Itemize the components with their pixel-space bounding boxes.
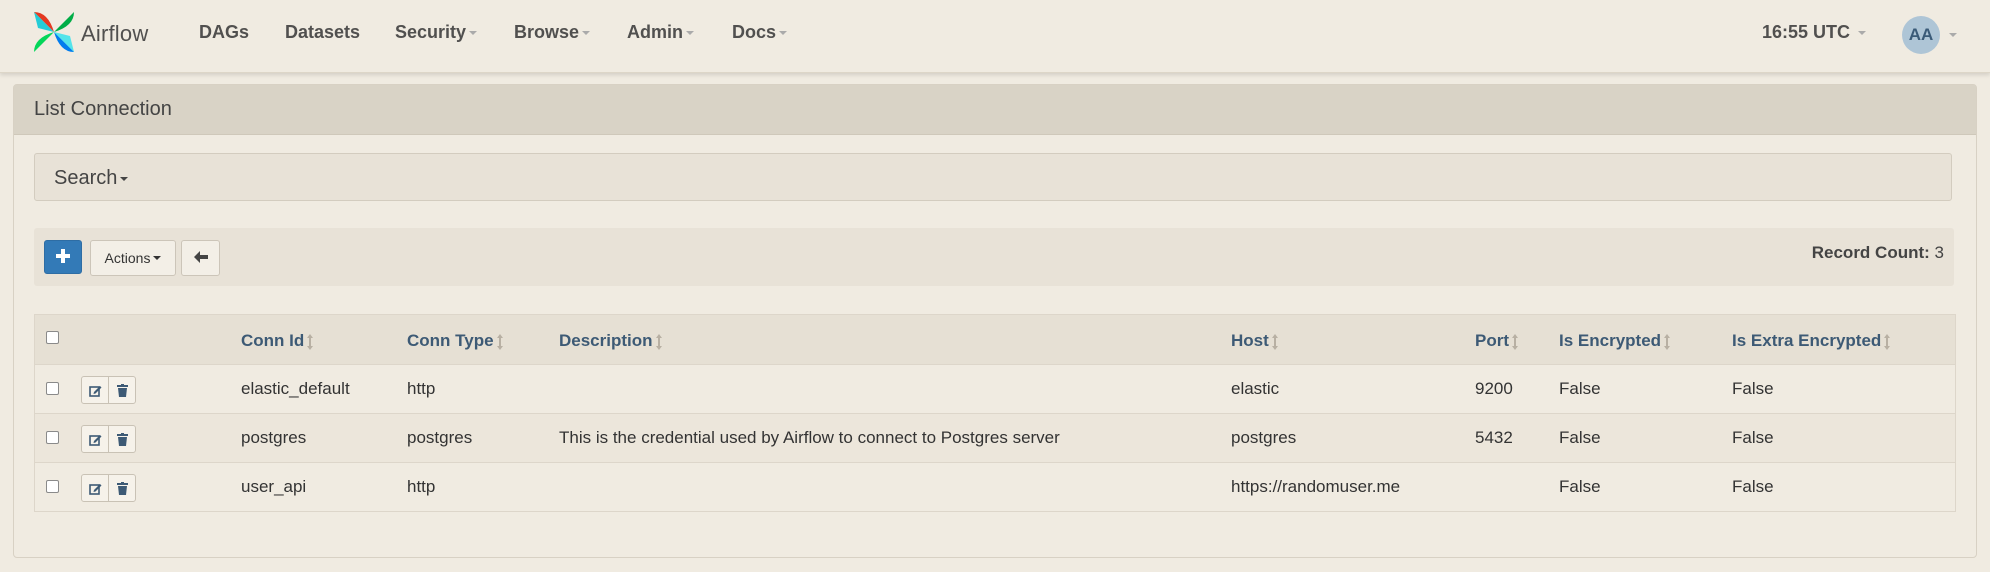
sort-icon — [1664, 333, 1671, 351]
list-connection-panel: List Connection Search Actions Record Co… — [13, 84, 1977, 558]
column-header-conn-type[interactable]: Conn Type — [407, 331, 503, 351]
nav-browse-label: Browse — [514, 22, 580, 42]
chevron-down-icon — [582, 31, 591, 36]
table-header: Conn Id Conn Type Description Host Port … — [35, 315, 1955, 364]
edit-icon[interactable] — [82, 426, 108, 452]
column-header-label: Host — [1231, 331, 1269, 350]
row-checkbox[interactable] — [46, 431, 59, 444]
trash-icon[interactable] — [108, 475, 135, 501]
edit-icon[interactable] — [82, 377, 108, 403]
table-row: user_api http https://randomuser.me Fals… — [35, 462, 1955, 511]
chevron-down-icon — [686, 31, 694, 36]
chevron-down-icon — [1858, 31, 1867, 36]
column-header-label: Description — [559, 331, 653, 350]
cell-is-encrypted: False — [1559, 428, 1601, 447]
record-count: Record Count: 3 — [1812, 243, 1944, 263]
nav-browse[interactable]: Browse — [514, 22, 591, 43]
nav-datasets[interactable]: Datasets — [285, 22, 360, 43]
brand-link[interactable]: Airflow — [30, 6, 148, 62]
search-label: Search — [54, 167, 118, 189]
chevron-down-icon — [153, 256, 162, 260]
sort-icon — [1512, 333, 1518, 351]
nav-docs[interactable]: Docs — [732, 22, 788, 43]
nav-security[interactable]: Security — [395, 22, 478, 43]
nav-dags-label: DAGs — [199, 22, 250, 42]
select-all-checkbox[interactable] — [46, 331, 59, 344]
row-action-buttons — [81, 425, 136, 453]
record-count-value: 3 — [1934, 243, 1944, 262]
add-record-button[interactable] — [44, 240, 82, 274]
cell-is-encrypted: False — [1559, 477, 1601, 496]
clock-time: 16:55 UTC — [1762, 22, 1851, 42]
sort-icon — [496, 333, 503, 351]
table-row: postgres postgres This is the credential… — [35, 413, 1955, 462]
nav-docs-label: Docs — [732, 22, 777, 42]
column-header-label: Port — [1475, 331, 1509, 350]
nav-dags[interactable]: DAGs — [199, 22, 249, 43]
sort-icon — [1271, 333, 1278, 351]
user-avatar[interactable]: AA — [1902, 16, 1940, 54]
record-count-label: Record Count: — [1811, 243, 1930, 262]
cell-is-encrypted: False — [1559, 379, 1601, 398]
column-header-label: Conn Id — [241, 331, 305, 350]
trash-icon[interactable] — [108, 377, 135, 403]
cell-host: postgres — [1231, 428, 1297, 447]
cell-description: This is the credential used by Airflow t… — [559, 428, 1060, 447]
cell-conn-type: http — [407, 477, 436, 496]
cell-is-extra-encrypted: False — [1732, 428, 1774, 447]
row-action-buttons — [81, 474, 136, 502]
row-checkbox[interactable] — [46, 382, 59, 395]
cell-conn-type: http — [407, 379, 436, 398]
column-header-label: Conn Type — [407, 331, 494, 350]
actions-label: Actions — [104, 250, 151, 266]
chevron-down-icon — [120, 176, 129, 181]
cell-is-extra-encrypted: False — [1732, 379, 1774, 398]
sort-icon — [1884, 333, 1891, 351]
cell-conn-type: postgres — [407, 428, 473, 447]
column-header-label: Is Extra Encrypted — [1732, 331, 1882, 350]
cell-is-extra-encrypted: False — [1732, 477, 1774, 496]
plus-icon — [56, 246, 70, 269]
column-header-description[interactable]: Description — [559, 331, 662, 351]
connections-table: Conn Id Conn Type Description Host Port … — [34, 314, 1956, 512]
sort-icon — [307, 333, 314, 351]
trash-icon[interactable] — [108, 426, 135, 452]
chevron-down-icon[interactable] — [1949, 33, 1957, 37]
cell-conn-id: postgres — [241, 428, 307, 447]
cell-conn-id: user_api — [241, 477, 307, 496]
nav-security-label: Security — [395, 22, 467, 42]
brand-name: Airflow — [81, 21, 149, 46]
column-header-is-extra-encrypted[interactable]: Is Extra Encrypted — [1732, 331, 1891, 351]
table-body: elastic_default http elastic 9200 False … — [35, 364, 1955, 511]
column-header-port[interactable]: Port — [1475, 331, 1518, 351]
actions-dropdown-button[interactable]: Actions — [90, 240, 176, 276]
cell-host: https://randomuser.me — [1231, 477, 1401, 496]
page-title: List Connection — [14, 85, 1976, 135]
chevron-down-icon — [469, 31, 478, 36]
timezone-dropdown[interactable]: 16:55 UTC — [1762, 22, 1867, 43]
column-header-host[interactable]: Host — [1231, 331, 1278, 351]
nav-admin[interactable]: Admin — [627, 22, 694, 43]
cell-conn-id: elastic_default — [241, 379, 350, 398]
column-header-is-encrypted[interactable]: Is Encrypted — [1559, 331, 1671, 351]
top-navbar: Airflow DAGs Datasets Security Browse Ad… — [0, 0, 1990, 73]
search-toggle[interactable]: Search — [34, 153, 1952, 201]
table-row: elastic_default http elastic 9200 False … — [35, 364, 1955, 413]
sort-icon — [655, 333, 662, 351]
column-header-label: Is Encrypted — [1559, 331, 1662, 350]
column-header-conn-id[interactable]: Conn Id — [241, 331, 314, 351]
cell-host: elastic — [1231, 379, 1280, 398]
list-toolbar: Actions Record Count: 3 — [34, 228, 1954, 286]
arrow-left-icon — [193, 250, 208, 266]
back-button[interactable] — [181, 240, 220, 276]
chevron-down-icon — [779, 31, 788, 36]
cell-port: 9200 — [1475, 379, 1513, 398]
row-action-buttons — [81, 376, 136, 404]
nav-admin-label: Admin — [627, 22, 683, 42]
nav-datasets-label: Datasets — [285, 22, 361, 42]
row-checkbox[interactable] — [46, 480, 59, 493]
airflow-logo-icon — [30, 8, 78, 61]
cell-port: 5432 — [1475, 428, 1513, 447]
edit-icon[interactable] — [82, 475, 108, 501]
